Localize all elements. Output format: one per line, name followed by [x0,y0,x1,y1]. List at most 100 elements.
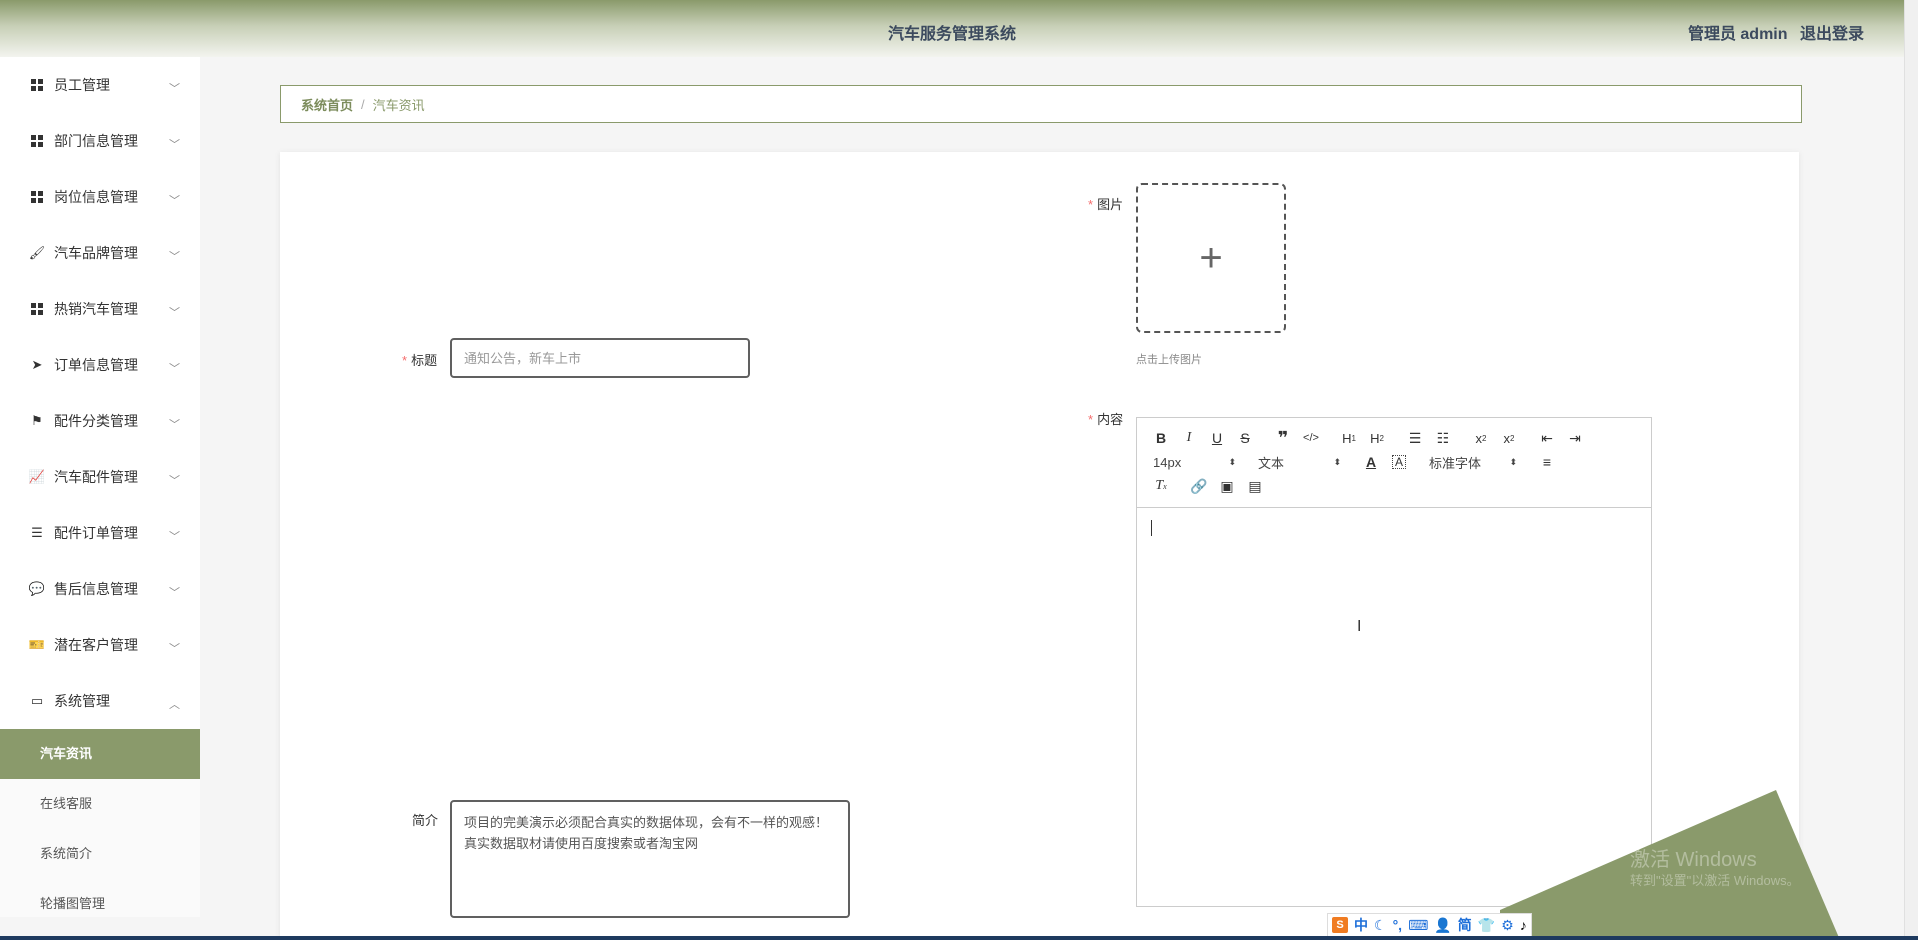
chevron-down-icon: ﹀ [169,139,180,151]
sidebar-item-label: 热销汽车管理 [54,301,138,317]
admin-user-label[interactable]: 管理员 admin [1688,26,1788,43]
sidebar-item[interactable]: 🎫 潜在客户管理 ﹀ [0,617,200,673]
heading2-icon[interactable]: H2 [1363,426,1391,450]
underline-icon[interactable]: U [1203,426,1231,450]
sidebar-item[interactable]: 员工管理 ﹀ [0,57,200,113]
sidebar-item[interactable]: ▭ 系统管理 ︿ [0,673,200,729]
heading1-icon[interactable]: H1 [1335,426,1363,450]
link-icon[interactable]: 🔗 [1185,474,1213,498]
sidebar-item-label: 部门信息管理 [54,133,138,149]
settings-icon[interactable]: ⚙ [1501,917,1514,934]
required-mark: * [1088,197,1094,212]
clear-format-icon[interactable]: Tx [1147,474,1175,498]
code-block-icon[interactable]: </> [1297,426,1325,450]
font-color-icon[interactable]: A [1357,450,1385,474]
sidebar-item[interactable]: 🖌 汽车品牌管理 ﹀ [0,225,200,281]
breadcrumb-separator: / [361,96,365,112]
header-select[interactable]: 文本 ⬍ [1252,450,1347,474]
sidebar-item[interactable]: 岗位信息管理 ﹀ [0,169,200,225]
submenu-item[interactable]: 在线客服 [0,779,200,829]
outdent-icon[interactable]: ⇤ [1533,426,1561,450]
chat-icon: 💬 [28,581,46,596]
sidebar-item-label: 配件订单管理 [54,525,138,541]
chevron-down-icon: ﹀ [169,363,180,375]
grid-icon [30,302,44,316]
italic-icon[interactable]: I [1175,426,1203,450]
sidebar-item[interactable]: 部门信息管理 ﹀ [0,113,200,169]
submenu-item[interactable]: 轮播图管理 [0,879,200,917]
sidebar-item[interactable]: 📈 汽车配件管理 ﹀ [0,449,200,505]
tiktok-icon[interactable]: ♪ [1520,917,1527,933]
brush-icon: 🖌 [28,245,46,260]
video-icon[interactable]: ▤ [1241,474,1269,498]
subscript-icon[interactable]: x2 [1467,426,1495,450]
sidebar-item-label: 配件分类管理 [54,413,138,429]
page-scrollbar[interactable] [1904,0,1918,940]
grid-icon [30,134,44,148]
intro-textarea[interactable]: 项目的完美演示必须配合真实的数据体现，会有不一样的观感！真实数据取材请使用百度搜… [450,800,850,918]
ordered-list-icon[interactable]: ☰ [1401,426,1429,450]
strikethrough-icon[interactable]: S [1231,426,1259,450]
image-label: * 图片 [1088,197,1124,212]
submenu-item[interactable]: 系统简介 [0,829,200,879]
bullet-list-icon[interactable]: ☷ [1429,426,1457,450]
top-header: 汽车服务管理系统 管理员 admin 退出登录 [0,0,1904,57]
editor-toolbar: B I U S ❞ </> H1 H2 ☰ ☷ x2 x2 ⇤ ⇥ 14px ⬍… [1137,418,1651,508]
text-cursor [1151,520,1152,536]
ime-mode[interactable]: 简 [1458,915,1472,935]
image-upload-box[interactable]: + [1136,183,1286,333]
blockquote-icon[interactable]: ❞ [1269,426,1297,450]
sidebar-item-label: 潜在客户管理 [54,637,138,653]
sidebar-item-label: 汽车品牌管理 [54,245,138,261]
intro-label: 简介 [412,813,439,828]
sidebar-item[interactable]: ➤ 订单信息管理 ﹀ [0,337,200,393]
sidebar-item[interactable]: 💬 售后信息管理 ﹀ [0,561,200,617]
sidebar: 员工管理 ﹀ 部门信息管理 ﹀ 岗位信息管理 ﹀ 🖌 汽车品牌管理 ﹀ 热销汽车管理 ﹀ ➤ 订单信息管… [0,57,200,917]
required-mark: * [402,353,408,368]
indent-icon[interactable]: ⇥ [1561,426,1589,450]
sogou-logo-icon[interactable]: S [1332,917,1348,933]
upload-tip: 点击上传图片 [1136,354,1202,366]
align-icon[interactable]: ≡ [1533,450,1561,474]
keyboard-icon[interactable]: ⌨ [1408,917,1428,934]
superscript-icon[interactable]: x2 [1495,426,1523,450]
user-icon[interactable]: 👤 [1434,917,1451,934]
chevron-down-icon: ﹀ [169,307,180,319]
font-size-select[interactable]: 14px ⬍ [1147,450,1242,474]
submenu-item[interactable]: 汽车资讯 [0,729,200,779]
chevron-down-icon: ﹀ [169,251,180,263]
chevron-down-icon: ﹀ [169,419,180,431]
title-input[interactable] [450,338,750,378]
ime-language[interactable]: 中 [1354,915,1368,935]
sidebar-item[interactable]: ⚑ 配件分类管理 ﹀ [0,393,200,449]
windows-watermark: 激活 Windows [1630,849,1757,871]
system-submenu: 汽车资讯 在线客服 系统简介 轮播图管理 [0,729,200,917]
list-icon: ☰ [31,525,43,540]
sidebar-item-label: 售后信息管理 [54,581,138,597]
font-family-select[interactable]: 标准字体 ⬍ [1423,450,1523,474]
flag-icon: ⚑ [31,413,43,428]
windows-watermark-sub: 转到"设置"以激活 Windows。 [1630,873,1800,888]
user-area: 管理员 admin 退出登录 [1680,20,1864,44]
required-mark: * [1088,412,1094,427]
image-icon[interactable]: ▣ [1213,474,1241,498]
chevron-down-icon: ﹀ [169,83,180,95]
punctuation-icon[interactable]: °, [1393,917,1403,933]
breadcrumb-home[interactable]: 系统首页 [301,95,353,114]
updown-icon: ⬍ [1333,456,1341,467]
updown-icon: ⬍ [1228,456,1236,467]
chevron-down-icon: ﹀ [169,531,180,543]
skin-icon[interactable]: 👕 [1478,917,1495,934]
sidebar-item-label: 员工管理 [54,77,110,93]
sidebar-item-label: 汽车配件管理 [54,469,138,485]
bold-icon[interactable]: B [1147,426,1175,450]
sidebar-item[interactable]: ☰ 配件订单管理 ﹀ [0,505,200,561]
chevron-up-icon: ︿ [169,699,180,711]
background-color-icon[interactable]: A [1392,455,1406,469]
moon-icon[interactable]: ☾ [1374,917,1387,934]
sidebar-item[interactable]: 热销汽车管理 ﹀ [0,281,200,337]
chevron-down-icon: ﹀ [169,643,180,655]
updown-icon: ⬍ [1509,456,1517,467]
sidebar-item-label: 系统管理 [54,693,110,709]
logout-button[interactable]: 退出登录 [1800,26,1864,43]
